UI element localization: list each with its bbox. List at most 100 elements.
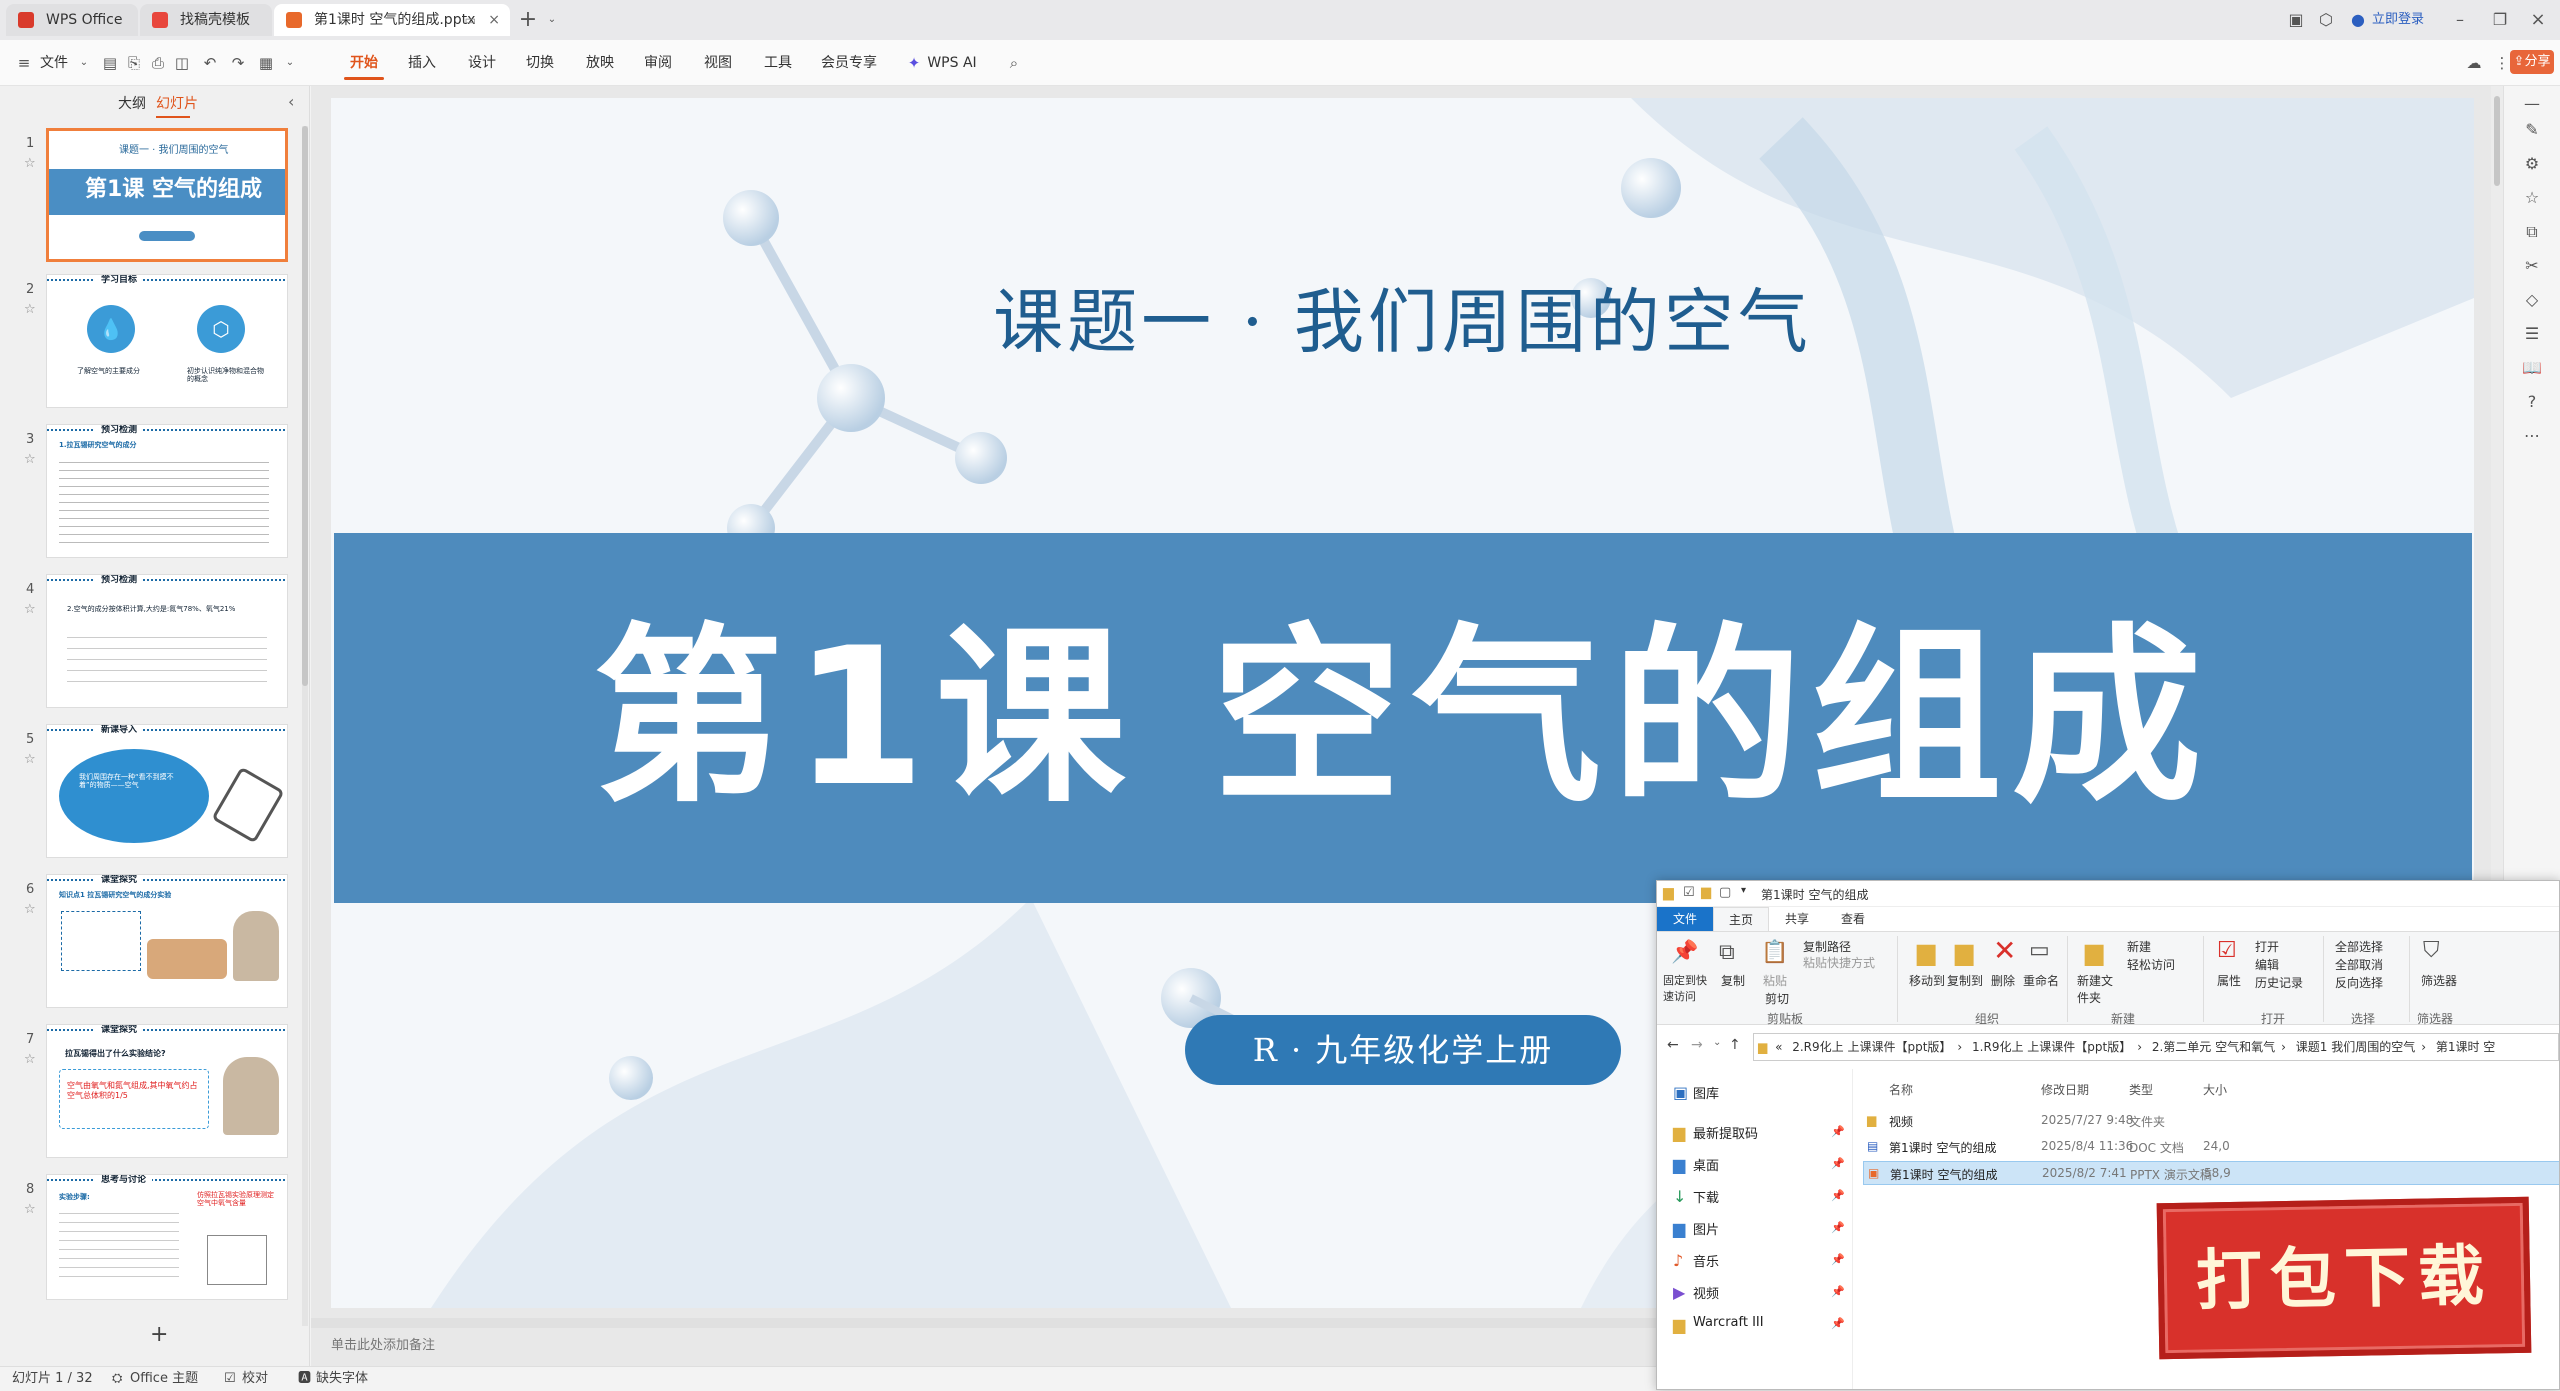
path-segment[interactable]: 课题1 我们周围的空气: [2296, 1040, 2415, 1054]
back-icon[interactable]: ←: [1667, 1037, 1679, 1053]
scrollbar-thumb[interactable]: [302, 126, 308, 686]
nav-item-desktop[interactable]: 桌面: [1693, 1155, 1719, 1174]
filter-button[interactable]: 筛选器: [2421, 972, 2457, 989]
nav-item-gallery[interactable]: 图库: [1693, 1083, 1719, 1102]
more-icon[interactable]: ⋯: [2520, 424, 2544, 448]
star-icon[interactable]: ☆: [24, 602, 36, 617]
close-window-icon[interactable]: ×: [2526, 8, 2550, 32]
preview-icon[interactable]: ◫: [172, 53, 192, 73]
copy-to-button[interactable]: 复制到: [1947, 972, 1983, 989]
copy-button[interactable]: 复制: [1721, 972, 1745, 989]
book-icon[interactable]: 📖: [2520, 356, 2544, 380]
nav-item-downloads[interactable]: 下载: [1693, 1187, 1719, 1206]
copy-path-button[interactable]: 复制路径: [1803, 938, 1851, 955]
pin-button[interactable]: 固定到快速访问: [1663, 972, 1707, 1004]
star-icon[interactable]: ☆: [24, 752, 36, 767]
list-icon[interactable]: ☰: [2520, 322, 2544, 346]
window-icon[interactable]: ▭: [465, 4, 476, 36]
slide-title[interactable]: 第1课 空气的组成: [331, 608, 2474, 828]
theme-name[interactable]: Office 主题: [130, 1367, 198, 1391]
menu-home[interactable]: 开始: [340, 40, 388, 86]
nav-item[interactable]: Warcraft III: [1693, 1315, 1764, 1330]
slide-thumbnail-4[interactable]: 预习检测 2.空气的成分按体积计算,大约是:氮气78%、氧气21%: [46, 574, 288, 708]
column-header-size[interactable]: 大小: [2203, 1081, 2227, 1098]
panel-scrollbar[interactable]: [302, 126, 308, 1326]
chevron-down-icon[interactable]: ⌄: [74, 53, 94, 73]
slide-thumbnail-7[interactable]: 课堂探究 拉瓦锡得出了什么实验结论? 空气由氧气和氮气组成,其中氧气约占空气总体…: [46, 1024, 288, 1158]
tab-view[interactable]: 查看: [1825, 907, 1881, 931]
select-all-button[interactable]: 全部选择: [2335, 938, 2383, 955]
new-folder-icon[interactable]: ▆: [2085, 938, 2103, 966]
add-slide-button[interactable]: +: [150, 1322, 168, 1347]
file-row-selected[interactable]: ▣ 第1课时 空气的组成 2025/8/2 7:41 PPTX 演示文稿 58,…: [1863, 1161, 2559, 1185]
menu-insert[interactable]: 插入: [398, 40, 446, 86]
collapse-panel-icon[interactable]: ‹: [288, 92, 294, 111]
copy-icon[interactable]: ⧉: [2520, 220, 2544, 244]
pen-icon[interactable]: ✎: [2520, 118, 2544, 142]
slide-thumbnail-8[interactable]: 思考与讨论 实验步骤: 仿照拉瓦锡实验原理测定空气中氧气含量: [46, 1174, 288, 1300]
menu-transition[interactable]: 切换: [516, 40, 564, 86]
select-none-button[interactable]: 全部取消: [2335, 956, 2383, 973]
grade-pill[interactable]: R · 九年级化学上册: [1185, 1015, 1621, 1085]
tab-outline[interactable]: 大纲: [118, 86, 146, 122]
tab-share[interactable]: 共享: [1769, 907, 1825, 931]
sliders-icon[interactable]: ⚙: [2520, 152, 2544, 176]
cube-icon[interactable]: ⬡: [2314, 8, 2338, 32]
slide-thumbnail-6[interactable]: 课堂探究 知识点1 拉瓦锡研究空气的成分实验: [46, 874, 288, 1008]
tools-icon[interactable]: ✂: [2520, 254, 2544, 278]
tab-document[interactable]: 第1课时 空气的组成.pptx ▭ ×: [274, 4, 510, 36]
file-row[interactable]: ▆ 视频 2025/7/27 9:48 文件夹: [1867, 1109, 2559, 1133]
new-folder-icon[interactable]: ▆: [1701, 885, 1711, 900]
tab-home[interactable]: 主页: [1713, 907, 1769, 931]
filter-icon[interactable]: ⛉: [2423, 938, 2440, 963]
paste-button[interactable]: 粘贴: [1763, 972, 1787, 989]
forward-icon[interactable]: →: [1691, 1037, 1703, 1053]
rename-button[interactable]: 重命名: [2023, 972, 2059, 989]
paste-icon[interactable]: 📋: [1761, 940, 1788, 965]
properties-icon[interactable]: ☑: [1683, 885, 1695, 900]
format-painter-icon[interactable]: ▦: [256, 53, 276, 73]
user-icon[interactable]: ●: [2346, 8, 2370, 32]
slide-thumbnail-1[interactable]: 课题一 · 我们周围的空气 第1课 空气的组成: [46, 128, 288, 262]
save-icon[interactable]: ▤: [100, 53, 120, 73]
menu-member[interactable]: 会员专享: [814, 40, 884, 86]
properties-button[interactable]: 属性: [2217, 972, 2241, 989]
slide-thumbnail-5[interactable]: 新课导入 我们周围存在一种“看不到摸不着”的物质——空气: [46, 724, 288, 858]
tab-file[interactable]: 文件: [1657, 907, 1713, 931]
menu-slideshow[interactable]: 放映: [576, 40, 624, 86]
restore-window-icon[interactable]: ❐: [2488, 8, 2512, 32]
missing-font-button[interactable]: 缺失字体: [316, 1367, 368, 1391]
chevron-down-icon[interactable]: ⌄: [1713, 1037, 1721, 1048]
menu-wps-ai[interactable]: WPS AI: [924, 40, 980, 86]
rename-icon[interactable]: ▭: [2029, 938, 2050, 963]
pin-icon[interactable]: 📌: [1671, 940, 1698, 965]
file-row[interactable]: ▤ 第1课时 空气的组成 2025/8/4 11:36 DOC 文档 24,0: [1867, 1135, 2559, 1159]
slide-subtitle[interactable]: 课题一 · 我们周围的空气: [331, 266, 2474, 367]
menu-tools[interactable]: 工具: [754, 40, 802, 86]
menu-view[interactable]: 视图: [694, 40, 742, 86]
nav-item-music[interactable]: 音乐: [1693, 1251, 1719, 1270]
star-icon[interactable]: ☆: [24, 302, 36, 317]
path-segment[interactable]: «: [1775, 1040, 1782, 1054]
invert-selection-button[interactable]: 反向选择: [2335, 974, 2383, 991]
up-icon[interactable]: ↑: [1729, 1037, 1741, 1053]
move-to-icon[interactable]: ▆: [1917, 938, 1935, 966]
dash-icon[interactable]: —: [2520, 92, 2544, 116]
print-icon[interactable]: ⎙: [148, 53, 168, 73]
star-icon[interactable]: ☆: [24, 1202, 36, 1217]
qa-icon[interactable]: ▢: [1719, 885, 1731, 900]
move-to-button[interactable]: 移动到: [1909, 972, 1945, 989]
open-button[interactable]: 打开: [2255, 938, 2279, 955]
share-button[interactable]: ⇪分享: [2510, 50, 2554, 74]
address-bar[interactable]: ▆ « 2.R9化上 上课课件【ppt版】 › 1.R9化上 上课课件【ppt版】…: [1753, 1033, 2559, 1061]
column-header-type[interactable]: 类型: [2129, 1081, 2153, 1098]
delete-icon[interactable]: ✕: [1993, 934, 2016, 967]
easy-access-button[interactable]: 轻松访问: [2127, 956, 2175, 973]
properties-icon[interactable]: ☑: [2217, 938, 2237, 963]
path-segment[interactable]: 1.R9化上 上课课件【ppt版】: [1972, 1040, 2131, 1054]
tab-template[interactable]: 找稿壳模板: [140, 4, 272, 36]
path-segment[interactable]: 2.R9化上 上课课件【ppt版】: [1792, 1040, 1951, 1054]
nav-item[interactable]: 最新提取码: [1693, 1123, 1758, 1142]
path-segment[interactable]: 第1课时 空: [2436, 1040, 2495, 1054]
star-icon[interactable]: ☆: [24, 902, 36, 917]
